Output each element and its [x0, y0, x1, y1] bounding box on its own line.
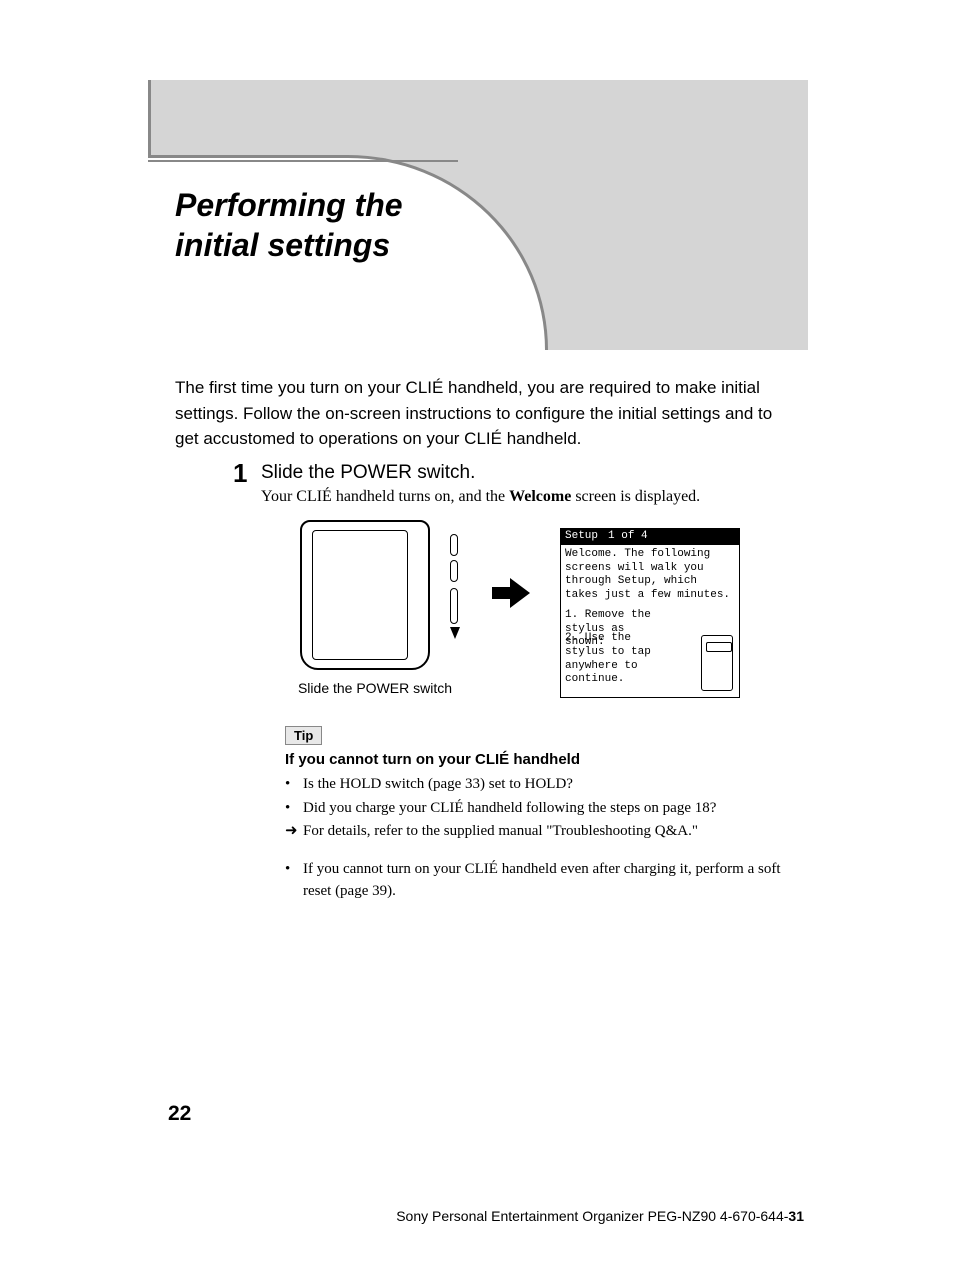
stylus-device-icon [701, 635, 733, 691]
tip-item-text: Is the HOLD switch (page 33) set to HOLD… [303, 773, 573, 796]
power-switch-icon [450, 588, 458, 624]
device-illustration [300, 520, 450, 670]
intro-paragraph: The first time you turn on your CLIÉ han… [175, 375, 795, 452]
setup-welcome: Welcome. The following screens will walk… [565, 548, 735, 603]
device-body [300, 520, 430, 670]
footer-text: Sony Personal Entertainment Organizer PE… [396, 1208, 788, 1224]
arrow-right-icon [492, 578, 530, 613]
tip-item: • Did you charge your CLIÉ handheld foll… [285, 797, 785, 820]
footer-suffix: 31 [788, 1208, 804, 1224]
step-body-bold: Welcome [509, 488, 571, 505]
bullet-icon: • [285, 773, 303, 796]
setup-title: Setup [565, 530, 598, 544]
side-button [450, 534, 458, 556]
tip-block: Tip If you cannot turn on your CLIÉ hand… [285, 726, 785, 904]
tip-item-text: For details, refer to the supplied manua… [303, 820, 698, 843]
step-heading: Slide the POWER switch. [261, 462, 795, 484]
device-screen [312, 530, 408, 660]
footer: Sony Personal Entertainment Organizer PE… [396, 1208, 804, 1224]
step-body: Your CLIÉ handheld turns on, and the Wel… [261, 488, 795, 506]
step-body-post: screen is displayed. [571, 488, 700, 505]
device-caption: Slide the POWER switch [280, 680, 470, 696]
page-title: Performing the initial settings [175, 185, 403, 265]
setup-screen: Setup 1 of 4 Welcome. The following scre… [560, 528, 740, 698]
setup-titlebar: Setup 1 of 4 [561, 529, 739, 545]
tip-item: • Is the HOLD switch (page 33) set to HO… [285, 773, 785, 796]
step-1: 1 Slide the POWER switch. Your CLIÉ hand… [235, 462, 795, 506]
setup-item-2: 2. Use the stylus to tap anywhere to con… [565, 632, 675, 687]
page-number: 22 [168, 1102, 191, 1126]
tip-item-text: Did you charge your CLIÉ handheld follow… [303, 797, 716, 820]
setup-page-indicator: 1 of 4 [608, 530, 648, 544]
title-line-2: initial settings [175, 227, 390, 263]
step-body-pre: Your CLIÉ handheld turns on, and the [261, 488, 509, 505]
tip-item: ➜ For details, refer to the supplied man… [285, 820, 785, 843]
bullet-icon: • [285, 797, 303, 820]
bullet-icon: • [285, 858, 303, 903]
device-side-buttons [448, 530, 460, 650]
side-button [450, 560, 458, 582]
title-line-1: Performing the [175, 187, 403, 223]
tip-label: Tip [285, 726, 322, 745]
tip-list: • Is the HOLD switch (page 33) set to HO… [285, 773, 785, 903]
tip-item: • If you cannot turn on your CLIÉ handhe… [285, 858, 785, 903]
arrow-bullet-icon: ➜ [285, 820, 303, 843]
step-number: 1 [233, 458, 247, 489]
tip-item-text: If you cannot turn on your CLIÉ handheld… [303, 858, 785, 903]
header-rule [148, 160, 458, 162]
tip-heading: If you cannot turn on your CLIÉ handheld [285, 751, 785, 768]
